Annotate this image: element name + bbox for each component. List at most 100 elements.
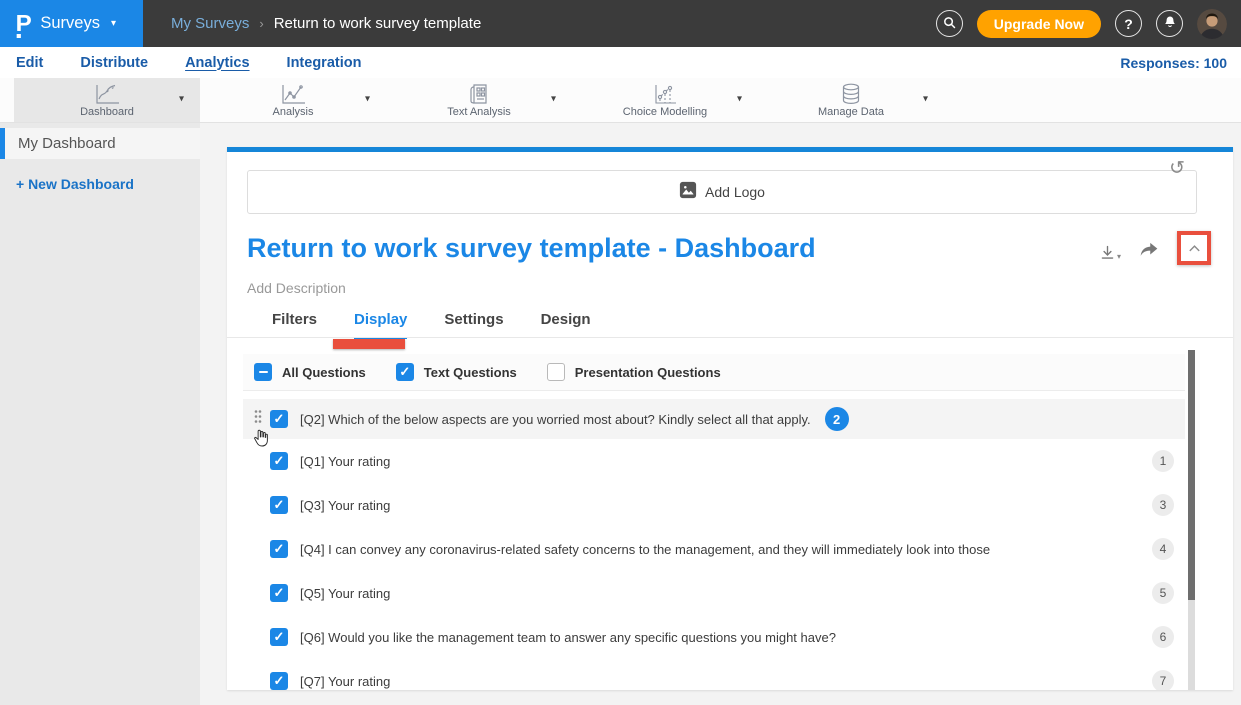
- sidebar-item-my-dashboard[interactable]: My Dashboard: [0, 128, 200, 159]
- toolbar-item-analysis[interactable]: Analysis ▾: [200, 78, 386, 122]
- presentation-questions-checkbox[interactable]: [547, 363, 565, 381]
- breadcrumb-my-surveys[interactable]: My Surveys: [171, 15, 249, 32]
- question-row-q2[interactable]: [Q2] Which of the below aspects are you …: [243, 399, 1185, 439]
- tab-filters[interactable]: Filters: [272, 311, 317, 339]
- question-row-q1[interactable]: [Q1] Your rating 1: [243, 439, 1185, 483]
- toolbar-item-dashboard[interactable]: Dashboard ▾: [14, 78, 200, 122]
- question-row-q3[interactable]: [Q3] Your rating 3: [243, 483, 1185, 527]
- question-row-q4[interactable]: [Q4] I can convey any coronavirus-relate…: [243, 527, 1185, 571]
- question-text: [Q6] Would you like the management team …: [300, 630, 836, 645]
- filter-label: Presentation Questions: [575, 365, 721, 380]
- question-row-q5[interactable]: [Q5] Your rating 5: [243, 571, 1185, 615]
- question-order-badge: 5: [1152, 582, 1174, 604]
- analysis-dropdown-caret-icon[interactable]: ▾: [365, 94, 370, 105]
- line-chart-icon: [94, 83, 120, 105]
- settings-tabs: Filters Display Settings Design: [272, 311, 591, 339]
- question-checkbox[interactable]: [270, 496, 288, 514]
- tab-design[interactable]: Design: [541, 311, 591, 339]
- manage-data-dropdown-caret-icon[interactable]: ▾: [923, 94, 928, 105]
- question-text: [Q7] Your rating: [300, 674, 390, 689]
- question-checkbox[interactable]: [270, 584, 288, 602]
- download-caret-icon: ▾: [1117, 252, 1121, 261]
- question-text: [Q2] Which of the below aspects are you …: [300, 412, 811, 427]
- breadcrumb-separator-icon: ›: [259, 16, 263, 31]
- breadcrumb-current-survey: Return to work survey template: [274, 15, 482, 32]
- question-text: [Q3] Your rating: [300, 498, 390, 513]
- download-icon: [1099, 244, 1116, 261]
- help-button[interactable]: ?: [1115, 10, 1142, 37]
- search-icon: [942, 15, 957, 33]
- toolbar-label: Choice Modelling: [623, 106, 707, 118]
- question-text: [Q4] I can convey any coronavirus-relate…: [300, 542, 990, 557]
- upgrade-now-button[interactable]: Upgrade Now: [977, 10, 1101, 38]
- chevron-up-icon: [1187, 241, 1202, 256]
- question-order-badge: 1: [1152, 450, 1174, 472]
- toolbar-item-choice-modelling[interactable]: Choice Modelling ▾: [572, 78, 758, 122]
- text-analysis-dropdown-caret-icon[interactable]: ▾: [551, 94, 556, 105]
- product-switcher[interactable]: P Surveys ▾: [0, 0, 143, 47]
- user-avatar[interactable]: [1197, 9, 1227, 39]
- question-filter-row: All Questions Text Questions Presentatio…: [243, 354, 1185, 391]
- collapse-panel-button[interactable]: [1177, 231, 1211, 265]
- question-order-badge: 2: [825, 407, 849, 431]
- chevron-down-icon: ▾: [111, 18, 116, 29]
- share-arrow-icon: [1139, 241, 1159, 258]
- bell-icon: [1163, 15, 1177, 32]
- search-button[interactable]: [936, 10, 963, 37]
- main-content: Add Logo Return to work survey template …: [200, 123, 1241, 705]
- notifications-button[interactable]: [1156, 10, 1183, 37]
- new-dashboard-button[interactable]: + New Dashboard: [16, 176, 200, 192]
- image-icon: [679, 181, 697, 204]
- reset-order-button[interactable]: [1169, 159, 1185, 178]
- toolbar-label: Analysis: [273, 106, 314, 118]
- questionpro-logo-icon: P: [16, 12, 32, 35]
- question-mark-icon: ?: [1124, 16, 1133, 32]
- question-row-q6[interactable]: [Q6] Would you like the management team …: [243, 615, 1185, 659]
- choice-modelling-dropdown-caret-icon[interactable]: ▾: [737, 94, 742, 105]
- scrollbar-thumb[interactable]: [1188, 350, 1195, 600]
- dashboard-sidebar: My Dashboard + New Dashboard: [0, 123, 200, 705]
- filter-text-questions[interactable]: Text Questions: [396, 363, 517, 381]
- add-logo-dropzone[interactable]: Add Logo: [247, 170, 1197, 214]
- database-icon: [840, 83, 862, 105]
- filter-label: Text Questions: [424, 365, 517, 380]
- nav-item-edit[interactable]: Edit: [16, 55, 43, 71]
- add-logo-label: Add Logo: [705, 184, 765, 200]
- newspaper-icon: [468, 83, 490, 105]
- nav-item-distribute[interactable]: Distribute: [80, 55, 148, 71]
- scrollbar-track[interactable]: [1188, 600, 1195, 690]
- nav-item-integration[interactable]: Integration: [287, 55, 362, 71]
- question-checkbox[interactable]: [270, 628, 288, 646]
- display-tab-highlight: [333, 339, 405, 349]
- question-checkbox[interactable]: [270, 452, 288, 470]
- survey-nav: Edit Distribute Analytics Integration Re…: [0, 47, 1241, 78]
- question-text: [Q1] Your rating: [300, 454, 390, 469]
- responses-count: Responses: 100: [1120, 55, 1227, 71]
- question-row-q7[interactable]: [Q7] Your rating 7: [243, 659, 1185, 690]
- question-checkbox[interactable]: [270, 410, 288, 428]
- download-button[interactable]: ▾: [1099, 244, 1121, 261]
- question-checkbox[interactable]: [270, 540, 288, 558]
- page: P Surveys ▾ My Surveys › Return to work …: [0, 0, 1241, 705]
- toolbar-item-manage-data[interactable]: Manage Data ▾: [758, 78, 944, 122]
- dot-chart-icon: [653, 83, 677, 105]
- drag-handle-icon[interactable]: [254, 410, 262, 429]
- share-button[interactable]: [1139, 241, 1159, 263]
- filter-presentation-questions[interactable]: Presentation Questions: [547, 363, 721, 381]
- filter-all-questions[interactable]: All Questions: [254, 363, 366, 381]
- tab-settings[interactable]: Settings: [444, 311, 503, 339]
- dashboard-title[interactable]: Return to work survey template - Dashboa…: [247, 233, 816, 264]
- question-order-badge: 7: [1152, 670, 1174, 690]
- product-name: Surveys: [40, 14, 100, 33]
- toolbar-item-text-analysis[interactable]: Text Analysis ▾: [386, 78, 572, 122]
- analytics-toolbar: Dashboard ▾ Analysis ▾ Text Analysis ▾ C…: [0, 78, 1241, 123]
- all-questions-checkbox[interactable]: [254, 363, 272, 381]
- dashboard-dropdown-caret-icon[interactable]: ▾: [179, 94, 184, 105]
- text-questions-checkbox[interactable]: [396, 363, 414, 381]
- add-description-field[interactable]: Add Description: [247, 280, 346, 296]
- question-checkbox[interactable]: [270, 672, 288, 690]
- nav-item-analytics[interactable]: Analytics: [185, 55, 249, 71]
- toolbar-label: Dashboard: [80, 106, 134, 118]
- tab-display[interactable]: Display: [354, 311, 407, 339]
- question-text: [Q5] Your rating: [300, 586, 390, 601]
